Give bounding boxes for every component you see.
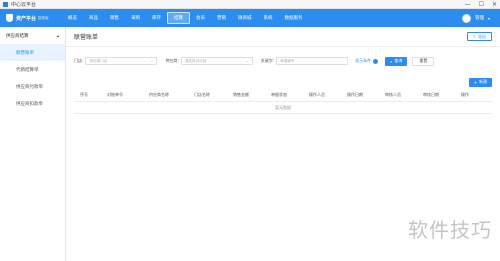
nav-item-marketing[interactable]: 营销 (211, 9, 232, 27)
chevron-up-icon: ▴ (56, 33, 59, 38)
column-header: 单据状态 (271, 92, 287, 97)
show-conditions-label: 显示条件 (355, 58, 372, 63)
column-header: 供应商名称 (149, 92, 169, 97)
filter-bar: 门店: 请选择门店 ⌄ 供应商: 请选择供应商 ⌄ 关键字: 单据编号 显示条件… (66, 47, 500, 75)
show-conditions-toggle[interactable]: 显示条件 (355, 58, 379, 64)
search-icon: ⌕ (390, 58, 393, 64)
chevron-down-icon: ⌄ (150, 59, 154, 63)
logo-name: 资产平台 (16, 15, 37, 22)
chevron-down-icon: ⌄ (245, 59, 249, 63)
add-label: 新建 (479, 79, 487, 84)
search-label: 查询 (394, 58, 403, 63)
nav-item-inventory[interactable]: 库存 (146, 9, 167, 27)
column-header: 序号 (80, 92, 88, 97)
nav-item-data-service[interactable]: 数据服务 (279, 9, 309, 27)
logo[interactable]: 资产平台 智慧版 (0, 14, 62, 22)
keyword-label: 关键字: (260, 58, 275, 63)
supplier-placeholder: 请选择供应商 (184, 58, 207, 63)
column-header: 门店名称 (194, 92, 210, 97)
table-toolbar: + 新建 (66, 75, 500, 89)
window-controls: — ☐ ✕ (465, 1, 497, 8)
export-label: 导出 (478, 33, 486, 39)
nav-menu: 概览 商品 销售 采购 库存 结算 会员 营销 微商城 系统 数据服务 (62, 9, 309, 27)
nav-item-system[interactable]: 系统 (258, 9, 279, 27)
table-header: 序号 对账单号 供应商名称 门店名称 销售金额 单据状态 操作人员 操作日期 审… (74, 89, 492, 102)
add-button[interactable]: + 新建 (468, 77, 492, 87)
window-title: 中心云平台 (11, 1, 37, 8)
column-header: 审核人员 (385, 92, 401, 97)
nav-item-mini-mall[interactable]: 微商城 (232, 9, 258, 27)
sidebar-group-supplier-settlement[interactable]: 供应商结算 ▴ (0, 27, 65, 44)
app-icon (3, 1, 8, 7)
supplier-label: 供应商: (165, 58, 179, 63)
sidebar-group-label: 供应商结算 (6, 33, 29, 39)
maximize-icon[interactable]: ☐ (479, 1, 484, 8)
sidebar-item-supplier-payment[interactable]: 供应商付款单 (0, 78, 65, 95)
minimize-icon[interactable]: — (465, 1, 471, 8)
empty-state: 暂无数据 (74, 102, 492, 114)
top-navigation: 资产平台 智慧版 概览 商品 销售 采购 库存 结算 会员 营销 微商城 系统 … (0, 9, 500, 27)
shield-logo-icon (6, 14, 13, 22)
supplier-select[interactable]: 请选择供应商 ⌄ (180, 57, 253, 65)
window-titlebar: 中心云平台 — ☐ ✕ (0, 0, 500, 9)
column-header: 对账单号 (107, 92, 123, 97)
column-header: 审核日期 (423, 92, 439, 97)
nav-item-overview[interactable]: 概览 (62, 9, 83, 27)
watermark: 软件技巧 (408, 218, 492, 242)
chevron-down-icon: ▾ (487, 15, 490, 21)
keyword-input[interactable]: 单据编号 (276, 57, 349, 65)
column-header: 销售金额 (233, 92, 249, 97)
nav-item-purchase[interactable]: 采购 (125, 9, 146, 27)
column-header: 操作 (461, 92, 469, 97)
store-select[interactable]: 请选择门店 ⌄ (85, 57, 158, 65)
export-icon: ⇪ (472, 34, 476, 39)
avatar[interactable] (461, 13, 471, 23)
nav-item-goods[interactable]: 商品 (83, 9, 104, 27)
store-label: 门店: (74, 58, 84, 63)
user-name: 管理 (474, 16, 484, 21)
plus-icon: + (473, 79, 477, 85)
toggle-dot-icon (373, 58, 379, 64)
column-header: 操作人员 (309, 92, 325, 97)
keyword-placeholder: 单据编号 (280, 58, 295, 63)
user-menu[interactable]: 管理 ▾ (461, 13, 500, 23)
nav-item-settlement[interactable]: 结算 (167, 12, 190, 24)
nav-item-sales[interactable]: 销售 (104, 9, 125, 27)
page-title: 联营账单 (74, 34, 99, 41)
sidebar-item-joint-bill[interactable]: 联营账单 (0, 44, 65, 61)
store-placeholder: 请选择门店 (89, 58, 108, 63)
nav-item-member[interactable]: 会员 (190, 9, 211, 27)
search-button[interactable]: ⌕ 查询 (385, 56, 408, 66)
sidebar-item-supplier-deduction[interactable]: 供应商扣款单 (0, 95, 65, 112)
close-icon[interactable]: ✕ (492, 1, 497, 8)
logo-subtitle: 智慧版 (38, 15, 49, 20)
sidebar-item-consignment-settlement[interactable]: 代销结算单 (0, 61, 65, 78)
page-header: 联营账单 ⇪ 导出 (66, 27, 500, 47)
export-button[interactable]: ⇪ 导出 (466, 32, 492, 41)
reset-button[interactable]: 重置 (412, 56, 435, 66)
sidebar: 供应商结算 ▴ 联营账单 代销结算单 供应商付款单 供应商扣款单 (0, 27, 66, 261)
column-header: 操作日期 (347, 92, 363, 97)
